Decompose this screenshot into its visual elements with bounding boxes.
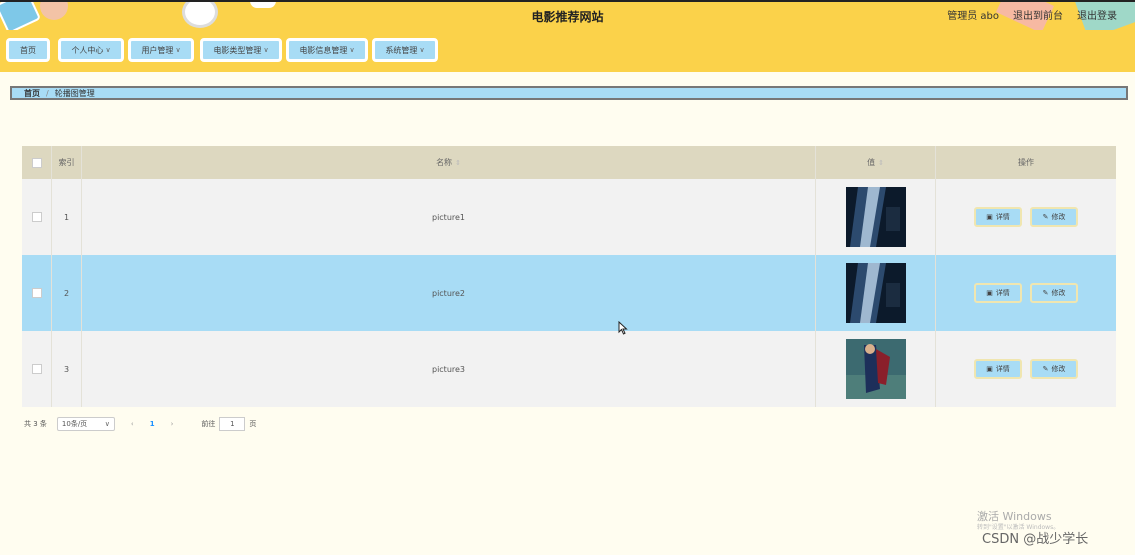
row-index: 2: [52, 255, 82, 331]
chevron-down-icon: ∨: [105, 46, 111, 54]
chevron-down-icon: ∨: [175, 46, 181, 54]
nav-item-label: 用户管理: [141, 45, 174, 55]
breadcrumb: 首页 / 轮播图管理: [10, 86, 1128, 100]
nav-item-profile[interactable]: 个人中心 ∨: [58, 38, 124, 62]
chevron-down-icon: ∨: [263, 46, 269, 54]
document-icon: ▣: [986, 213, 993, 221]
logout-link[interactable]: 退出登录: [1077, 7, 1117, 22]
row-actions: ▣ 详情 ✎ 修改: [936, 331, 1116, 407]
nav-item-label: 个人中心: [71, 45, 104, 55]
edit-label: 修改: [1051, 365, 1066, 373]
row-checkbox[interactable]: [22, 331, 52, 407]
detail-button[interactable]: ▣ 详情: [974, 207, 1022, 227]
nav-item-label: 电影信息管理: [299, 45, 348, 55]
column-header-ops: 操作: [1018, 158, 1034, 167]
row-name: picture1: [82, 179, 816, 255]
row-thumbnail: [816, 331, 936, 407]
pencil-icon: ✎: [1042, 213, 1049, 221]
prev-page-button[interactable]: ‹: [131, 420, 134, 428]
edit-label: 修改: [1051, 213, 1066, 221]
document-icon: ▣: [986, 365, 993, 373]
sort-icon[interactable]: ⇕: [878, 159, 884, 167]
row-checkbox[interactable]: [22, 255, 52, 331]
breadcrumb-separator: /: [46, 88, 49, 98]
row-checkbox[interactable]: [22, 179, 52, 255]
sort-icon[interactable]: ⇕: [455, 159, 461, 167]
nav-item-movie-type-management[interactable]: 电影类型管理 ∨: [200, 38, 282, 62]
nav-item-movie-info-management[interactable]: 电影信息管理 ∨: [286, 38, 368, 62]
breadcrumb-current: 轮播图管理: [54, 88, 95, 98]
top-header: 电影推荐网站 管理员 abo 退出到前台 退出登录: [0, 0, 1135, 30]
header-actions: 管理员 abo 退出到前台 退出登录: [947, 7, 1117, 22]
thumbnail-image: [845, 187, 906, 247]
detail-label: 详情: [995, 365, 1010, 373]
breadcrumb-home[interactable]: 首页: [24, 88, 40, 99]
table-header: 索引 名称 ⇕ 值 ⇕ 操作: [22, 146, 1116, 179]
edit-button[interactable]: ✎ 修改: [1030, 359, 1078, 379]
admin-label: 管理员 abo: [947, 11, 999, 22]
row-name: picture2: [82, 255, 816, 331]
thumbnail-image: [845, 339, 906, 399]
column-header-value[interactable]: 值 ⇕: [816, 146, 936, 179]
table-row[interactable]: 1 picture1 ▣ 详情 ✎ 修改: [22, 179, 1116, 255]
nav-item-system-management[interactable]: 系统管理 ∨: [372, 38, 438, 62]
pagination-total: 共 3 条: [24, 420, 47, 428]
nav-item-label: 首页: [20, 45, 36, 55]
select-all-checkbox[interactable]: [22, 146, 52, 179]
csdn-credit: CSDN @战少学长: [982, 532, 1089, 547]
edit-label: 修改: [1051, 289, 1066, 297]
row-actions: ▣ 详情 ✎ 修改: [936, 255, 1116, 331]
pencil-icon: ✎: [1042, 289, 1049, 297]
mouse-cursor-icon: [618, 321, 628, 335]
detail-button[interactable]: ▣ 详情: [974, 359, 1022, 379]
edit-button[interactable]: ✎ 修改: [1030, 207, 1078, 227]
current-page-number[interactable]: 1: [150, 420, 155, 428]
nav-item-home[interactable]: 首页: [6, 38, 50, 62]
pagination: 共 3 条 10条/页 ∨ ‹ 1 › 前往 1 页: [24, 416, 256, 432]
page-unit-label: 页: [249, 420, 257, 428]
column-header-label: 值: [867, 158, 876, 167]
table-row[interactable]: 3 picture3 ▣ 详情 ✎ 修改: [22, 331, 1116, 407]
main-nav: 首页 个人中心 ∨ 用户管理 ∨ 电影类型管理 ∨ 电影信息管理 ∨ 系统管理 …: [0, 30, 1135, 72]
document-icon: ▣: [986, 289, 993, 297]
row-index: 1: [52, 179, 82, 255]
carousel-table: 索引 名称 ⇕ 值 ⇕ 操作 1 picture1 ▣ 详情 ✎ 修改 2 pi…: [22, 146, 1116, 407]
detail-button[interactable]: ▣ 详情: [974, 283, 1022, 303]
column-header-name[interactable]: 名称 ⇕: [82, 146, 816, 179]
nav-item-user-management[interactable]: 用户管理 ∨: [128, 38, 194, 62]
decoration-shape-icon: [250, 2, 276, 8]
next-page-button[interactable]: ›: [171, 420, 174, 428]
page-size-value: 10条/页: [61, 420, 88, 428]
column-header-label: 名称: [436, 158, 453, 167]
back-to-front-link[interactable]: 退出到前台: [1013, 7, 1063, 22]
nav-item-label: 系统管理: [385, 45, 418, 55]
edit-button[interactable]: ✎ 修改: [1030, 283, 1078, 303]
table-row[interactable]: 2 picture2 ▣ 详情 ✎ 修改: [22, 255, 1116, 331]
goto-label: 前往: [201, 420, 216, 428]
pencil-icon: ✎: [1042, 365, 1049, 373]
chevron-down-icon: ∨: [349, 46, 355, 54]
chevron-down-icon: ∨: [104, 420, 110, 428]
row-index: 3: [52, 331, 82, 407]
thumbnail-image: [845, 263, 906, 323]
row-actions: ▣ 详情 ✎ 修改: [936, 179, 1116, 255]
row-thumbnail: [816, 255, 936, 331]
row-thumbnail: [816, 179, 936, 255]
goto-page-input[interactable]: 1: [219, 417, 246, 431]
detail-label: 详情: [995, 289, 1010, 297]
detail-label: 详情: [995, 213, 1010, 221]
row-name: picture3: [82, 331, 816, 407]
nav-item-label: 电影类型管理: [213, 45, 262, 55]
page-size-select[interactable]: 10条/页 ∨: [56, 417, 115, 431]
column-header-index: 索引: [52, 146, 82, 179]
chevron-down-icon: ∨: [419, 46, 425, 54]
